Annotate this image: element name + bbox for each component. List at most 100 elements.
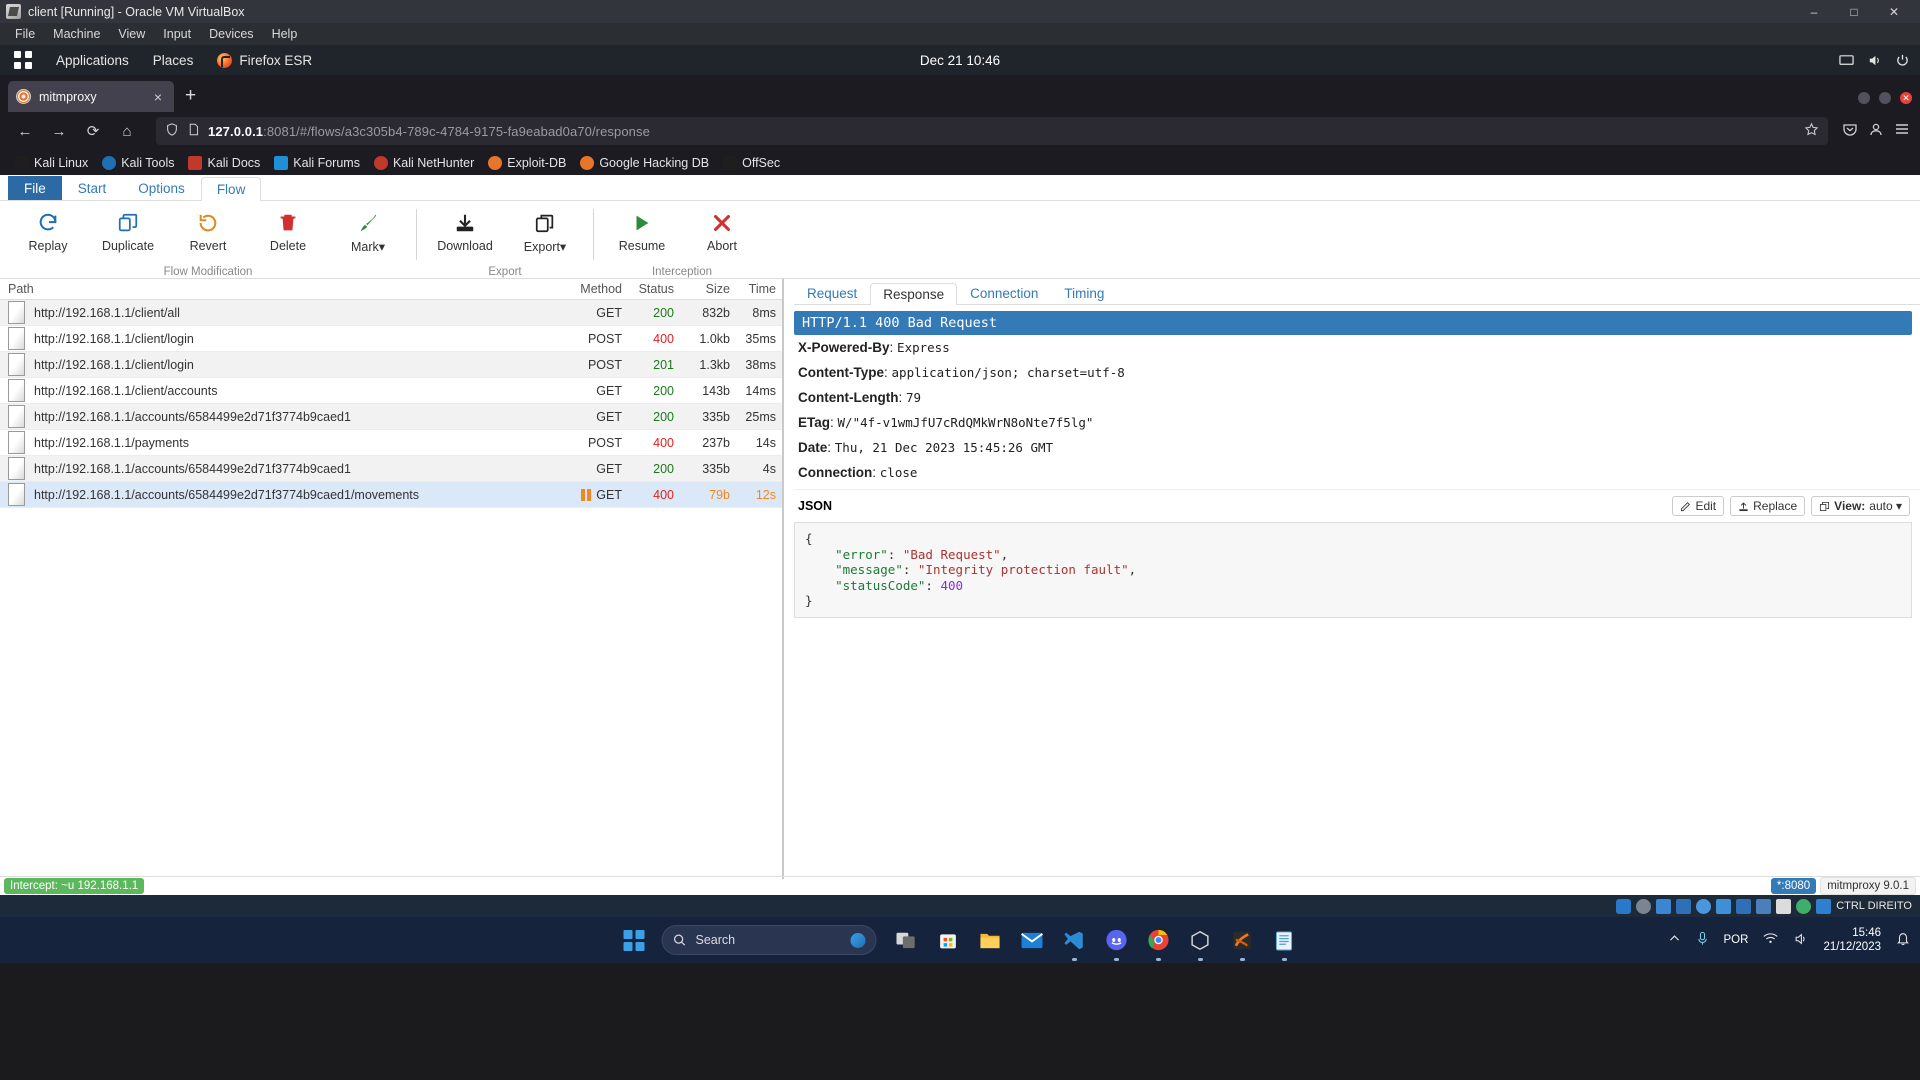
recording-icon[interactable] [1756,899,1771,914]
tab-flow[interactable]: Flow [201,177,262,201]
guest-additions-icon[interactable] [1816,899,1831,914]
browser-tab-mitmproxy[interactable]: mitmproxy × [8,81,174,112]
table-row[interactable]: http://192.168.1.1/client/login POST 400… [0,326,782,352]
response-body-json[interactable]: { "error": "Bad Request", "message": "In… [794,522,1912,618]
task-view-icon[interactable] [894,928,919,953]
table-row[interactable]: http://192.168.1.1/client/all GET 200 83… [0,300,782,326]
volume-icon[interactable] [1793,932,1808,949]
window-minimize-button[interactable]: – [1794,0,1834,23]
table-row[interactable]: http://192.168.1.1/accounts/6584499e2d71… [0,404,782,430]
mouse-integration-icon[interactable] [1796,899,1811,914]
file-explorer-icon[interactable] [978,928,1003,953]
apps-grid-icon[interactable] [14,51,32,69]
vbox-menu-help[interactable]: Help [263,23,307,45]
intercept-badge[interactable]: Intercept: ~u 192.168.1.1 [4,878,144,894]
replace-button[interactable]: Replace [1730,496,1805,516]
tab-start[interactable]: Start [62,176,123,200]
close-icon[interactable]: × [150,89,166,105]
column-header-size[interactable]: Size [678,282,730,296]
back-button[interactable]: ← [10,117,40,145]
abort-button[interactable]: Abort [682,205,762,253]
vbox-menu-devices[interactable]: Devices [200,23,262,45]
network-icon[interactable] [1676,899,1691,914]
usb-icon[interactable] [1696,899,1711,914]
replay-button[interactable]: Replay [8,205,88,253]
reload-button[interactable]: ⟳ [78,117,108,145]
optical-disk-icon[interactable] [1636,899,1651,914]
table-row[interactable]: http://192.168.1.1/payments POST 400 237… [0,430,782,456]
bookmark-google-hacking-db[interactable]: Google Hacking DB [573,156,716,170]
tab-timing[interactable]: Timing [1051,282,1117,304]
home-button[interactable]: ⌂ [112,117,142,145]
display-icon[interactable] [1736,899,1751,914]
column-header-path[interactable]: Path [0,282,574,296]
virtualbox-status-icon[interactable] [1776,899,1791,914]
bookmark-kali-tools[interactable]: Kali Tools [95,156,181,170]
firefox-maximize-button[interactable] [1879,92,1891,104]
volume-icon[interactable] [1867,53,1882,68]
bookmark-kali-forums[interactable]: Kali Forums [267,156,367,170]
vbox-menu-input[interactable]: Input [154,23,200,45]
menu-icon[interactable] [1894,121,1910,142]
tab-options[interactable]: Options [122,176,201,200]
copilot-icon[interactable] [851,933,866,948]
table-row[interactable]: http://192.168.1.1/client/accounts GET 2… [0,378,782,404]
shield-icon[interactable] [165,122,179,140]
hard-disk-icon[interactable] [1616,899,1631,914]
export-button[interactable]: Export▾ [505,205,585,254]
resume-button[interactable]: Resume [602,205,682,253]
firefox-close-button[interactable]: ✕ [1900,92,1912,104]
pocket-icon[interactable] [1842,121,1858,142]
table-row[interactable]: http://192.168.1.1/client/login POST 201… [0,352,782,378]
notifications-icon[interactable] [1896,931,1910,949]
tab-file[interactable]: File [8,176,62,200]
account-icon[interactable] [1868,121,1884,142]
wifi-icon[interactable] [1763,932,1778,948]
new-tab-button[interactable]: + [174,85,207,107]
notepad-icon[interactable] [1272,928,1297,953]
discord-icon[interactable] [1104,928,1129,953]
vscode-icon[interactable] [1062,928,1087,953]
tab-connection[interactable]: Connection [957,282,1051,304]
tab-response[interactable]: Response [870,283,957,305]
edit-button[interactable]: Edit [1672,496,1724,516]
page-icon[interactable] [187,122,200,140]
mark-button[interactable]: Mark▾ [328,205,408,254]
firefox-minimize-button[interactable] [1858,92,1870,104]
ghidra-icon[interactable] [1230,928,1255,953]
view-mode-dropdown[interactable]: View: auto ▾ [1811,496,1910,516]
revert-button[interactable]: Revert [168,205,248,253]
kali-firefox-entry[interactable]: Firefox ESR [205,53,324,68]
vbox-menu-machine[interactable]: Machine [44,23,109,45]
duplicate-button[interactable]: Duplicate [88,205,168,253]
taskbar-clock[interactable]: 15:46 21/12/2023 [1823,926,1881,954]
table-row-selected[interactable]: http://192.168.1.1/accounts/6584499e2d71… [0,482,782,508]
search-input[interactable]: Search [662,925,877,955]
window-maximize-button[interactable]: □ [1834,0,1874,23]
chrome-icon[interactable] [1146,928,1171,953]
star-icon[interactable] [1804,122,1819,140]
bookmark-kali-linux[interactable]: Kali Linux [8,156,95,170]
delete-button[interactable]: Delete [248,205,328,253]
column-header-time[interactable]: Time [730,282,782,296]
forward-button[interactable]: → [44,117,74,145]
download-button[interactable]: Download [425,205,505,253]
floppy-icon[interactable] [1656,899,1671,914]
power-icon[interactable] [1895,53,1910,68]
microphone-icon[interactable] [1696,931,1709,949]
kali-applications-menu[interactable]: Applications [44,53,141,68]
kali-places-menu[interactable]: Places [141,53,206,68]
bookmark-offsec[interactable]: OffSec [716,156,787,170]
mail-icon[interactable] [1020,928,1045,953]
language-indicator[interactable]: POR [1724,934,1749,946]
column-header-method[interactable]: Method [574,282,628,296]
bookmark-kali-nethunter[interactable]: Kali NetHunter [367,156,481,170]
column-header-status[interactable]: Status [628,282,678,296]
bookmark-kali-docs[interactable]: Kali Docs [181,156,267,170]
shared-folders-icon[interactable] [1716,899,1731,914]
vbox-menu-view[interactable]: View [109,23,154,45]
start-button[interactable] [624,930,645,951]
window-close-button[interactable]: ✕ [1874,0,1914,23]
tab-request[interactable]: Request [794,282,870,304]
table-row[interactable]: http://192.168.1.1/accounts/6584499e2d71… [0,456,782,482]
